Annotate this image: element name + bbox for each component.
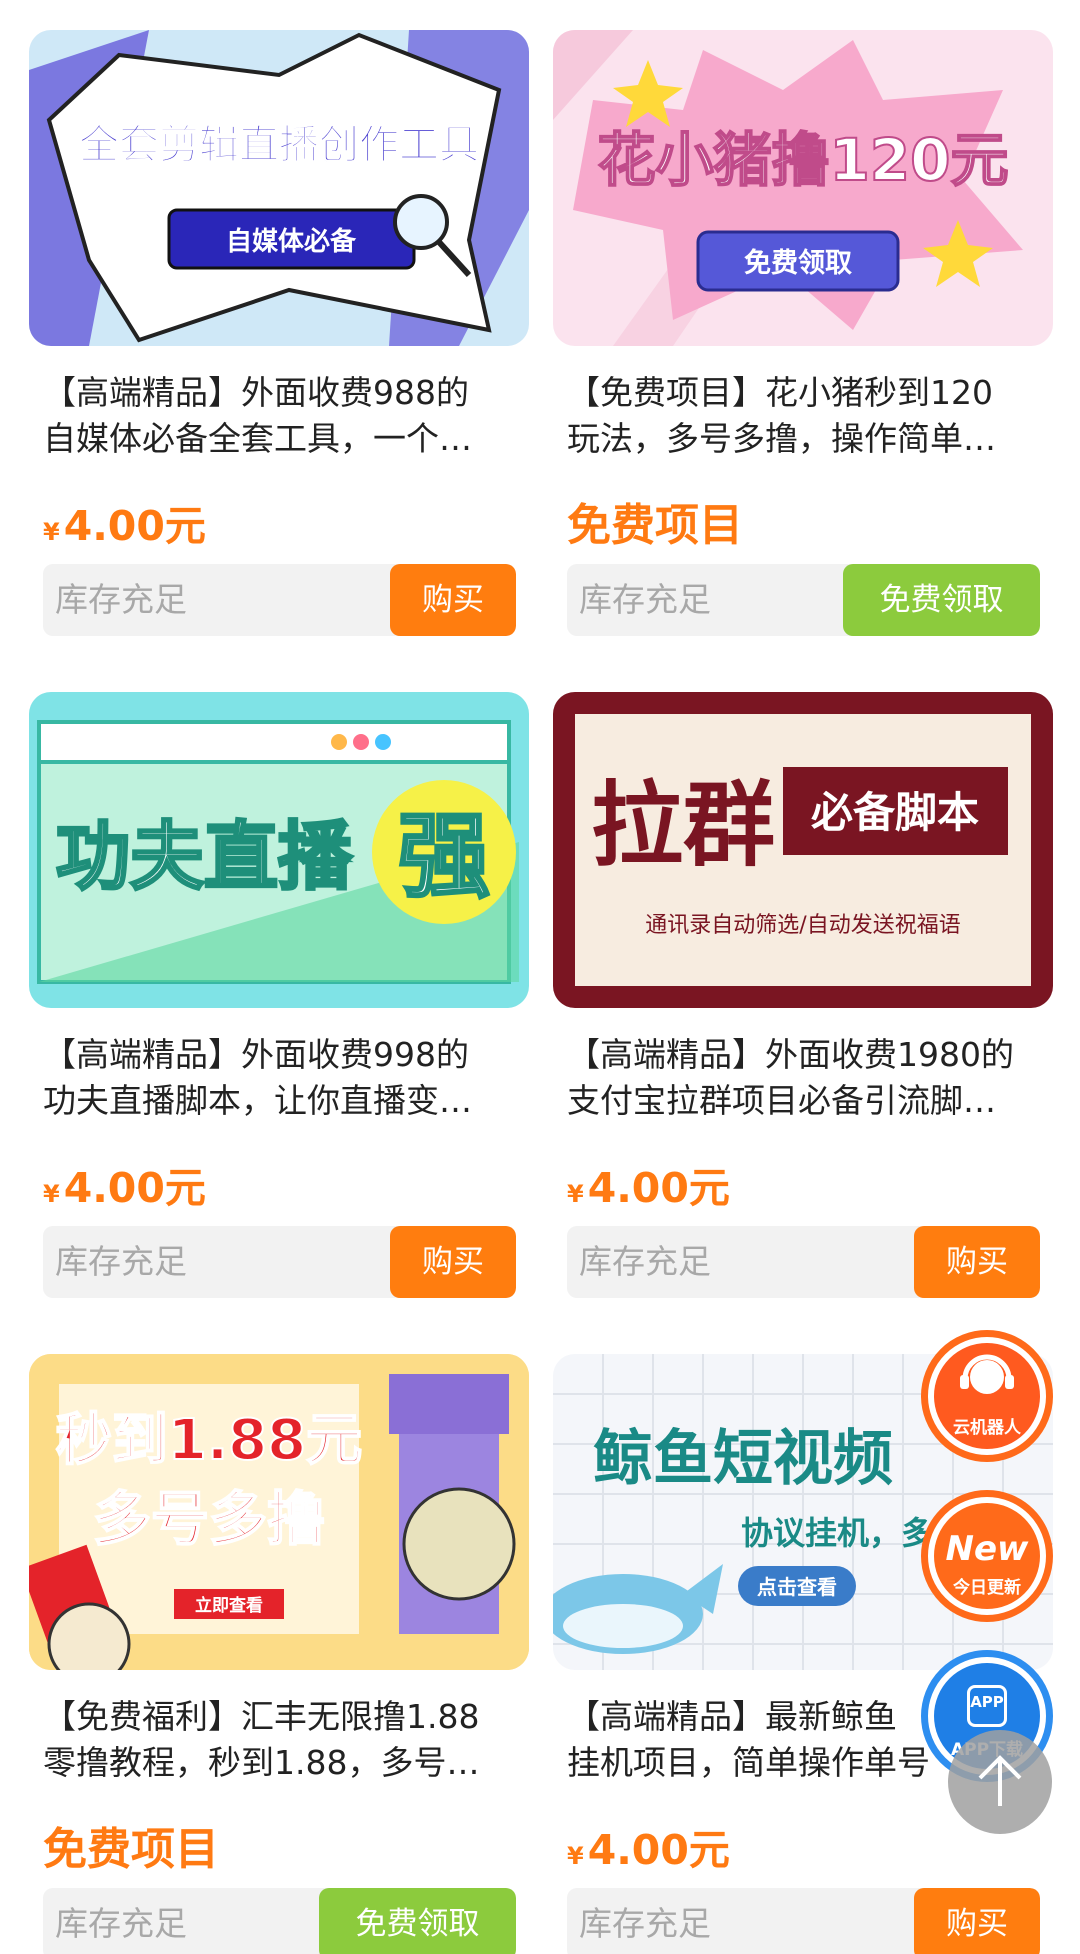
today-update-circle: New 今日更新 <box>934 1503 1040 1609</box>
stock-status: 库存充足 <box>55 1242 187 1281</box>
banner-headline: 功夫直播 <box>56 814 353 900</box>
cloud-robot-circle: 云机器人 <box>934 1343 1040 1449</box>
banner-headline: 花小猪撸120元 <box>597 126 1008 194</box>
product-title[interactable]: 【高端精品】外面收费998的 功夫直播脚本，让你直播变… <box>43 1032 513 1124</box>
stock-bar: 库存充足 购买 <box>567 1888 1040 1954</box>
stock-bar: 库存充足 购买 <box>43 564 516 636</box>
stock-status: 库存充足 <box>579 1904 711 1943</box>
price-value: 4.00元 <box>63 502 206 550</box>
banner-headline-1: 秒到1.88元 <box>56 1408 362 1473</box>
banner-sub: 自媒体必备 <box>226 226 357 257</box>
product-grid: 全套剪辑直播创作工具 自媒体必备 【高端精品】外面收费988的 自媒体必备全套工… <box>0 0 1080 1954</box>
product-title-line1: 【免费项目】花小猪秒到120 <box>567 373 993 412</box>
product-price: 免费项目 <box>43 1824 219 1875</box>
product-title-line2: 玩法，多号多撸，操作简单… <box>567 419 996 458</box>
stock-bar: 库存充足 购买 <box>43 1226 516 1298</box>
product-price: ¥4.00元 <box>43 498 206 560</box>
cloud-robot-label: 云机器人 <box>953 1418 1021 1438</box>
app-badge: APP <box>970 1693 1004 1711</box>
claim-free-button[interactable]: 免费领取 <box>319 1888 516 1954</box>
product-banner[interactable]: 拉群 必备脚本 通讯录自动筛选/自动发送祝福语 <box>553 692 1053 1008</box>
product-title[interactable]: 【免费福利】汇丰无限撸1.88 零撸教程，秒到1.88，多号… <box>43 1694 513 1786</box>
stock-bar: 库存充足 购买 <box>567 1226 1040 1298</box>
banner-badge: 强 <box>398 803 490 910</box>
currency-symbol: ¥ <box>43 518 60 546</box>
product-title[interactable]: 【高端精品】外面收费988的 自媒体必备全套工具，一个… <box>43 370 513 462</box>
product-title-line1: 【免费福利】汇丰无限撸1.88 <box>43 1697 480 1736</box>
product-title-line2: 自媒体必备全套工具，一个… <box>43 419 472 458</box>
product-title-line1: 【高端精品】外面收费998的 <box>43 1035 469 1074</box>
currency-symbol: ¥ <box>43 1180 60 1208</box>
buy-button[interactable]: 购买 <box>914 1226 1040 1298</box>
stock-bar: 库存充足 免费领取 <box>43 1888 516 1954</box>
claim-free-button[interactable]: 免费领取 <box>843 564 1040 636</box>
new-badge: New <box>945 1529 1029 1569</box>
back-to-top-button[interactable] <box>948 1730 1052 1834</box>
price-value: 4.00元 <box>587 1826 730 1874</box>
stock-bar: 库存充足 免费领取 <box>567 564 1040 636</box>
stock-status: 库存充足 <box>55 1904 187 1943</box>
stock-status: 库存充足 <box>579 580 711 619</box>
cloud-robot-button[interactable]: 云机器人 <box>921 1330 1053 1462</box>
banner-cta: 点击查看 <box>757 1575 837 1599</box>
product-price: ¥4.00元 <box>567 1822 730 1884</box>
product-title-line2: 零撸教程，秒到1.88，多号… <box>43 1743 480 1782</box>
product-title-line2: 功夫直播脚本，让你直播变… <box>43 1081 472 1120</box>
product-title-line2: 支付宝拉群项目必备引流脚… <box>567 1081 996 1120</box>
buy-button[interactable]: 购买 <box>390 1226 516 1298</box>
currency-symbol: ¥ <box>567 1842 584 1870</box>
buy-button[interactable]: 购买 <box>914 1888 1040 1954</box>
banner-headline-2: 多号多撸 <box>93 1485 325 1553</box>
headset-icon <box>960 1354 1014 1394</box>
product-banner[interactable]: 全套剪辑直播创作工具 自媒体必备 <box>29 30 529 346</box>
product-price: 免费项目 <box>567 500 743 551</box>
product-title-line1: 【高端精品】外面收费988的 <box>43 373 469 412</box>
today-update-label: 今日更新 <box>953 1578 1021 1598</box>
price-value: 4.00元 <box>587 1164 730 1212</box>
currency-symbol: ¥ <box>567 1180 584 1208</box>
banner-tag: 必备脚本 <box>811 788 979 837</box>
stock-status: 库存充足 <box>579 1242 711 1281</box>
arrow-up-icon <box>978 1755 1022 1806</box>
product-title-line1: 【高端精品】外面收费1980的 <box>567 1035 1014 1074</box>
banner-sub: 通讯录自动筛选/自动发送祝福语 <box>645 913 960 938</box>
banner-headline: 拉群 <box>591 771 775 879</box>
product-price: ¥4.00元 <box>43 1160 206 1222</box>
product-price: ¥4.00元 <box>567 1160 730 1222</box>
stock-status: 库存充足 <box>55 580 187 619</box>
banner-sub: 立即查看 <box>195 1595 263 1616</box>
today-update-button[interactable]: New 今日更新 <box>921 1490 1053 1622</box>
buy-button[interactable]: 购买 <box>390 564 516 636</box>
product-banner[interactable]: 秒到1.88元 多号多撸 立即查看 <box>29 1354 529 1670</box>
product-banner[interactable]: 功夫直播 强 <box>29 692 529 1008</box>
banner-headline: 鲸鱼短视频 <box>593 1424 893 1494</box>
product-title[interactable]: 【免费项目】花小猪秒到120 玩法，多号多撸，操作简单… <box>567 370 1037 462</box>
banner-headline: 全套剪辑直播创作工具 <box>78 122 479 168</box>
banner-sub: 免费领取 <box>744 248 852 279</box>
product-title[interactable]: 【高端精品】外面收费1980的 支付宝拉群项目必备引流脚… <box>567 1032 1037 1124</box>
price-value: 4.00元 <box>63 1164 206 1212</box>
product-banner[interactable]: 花小猪撸120元 免费领取 <box>553 30 1053 346</box>
